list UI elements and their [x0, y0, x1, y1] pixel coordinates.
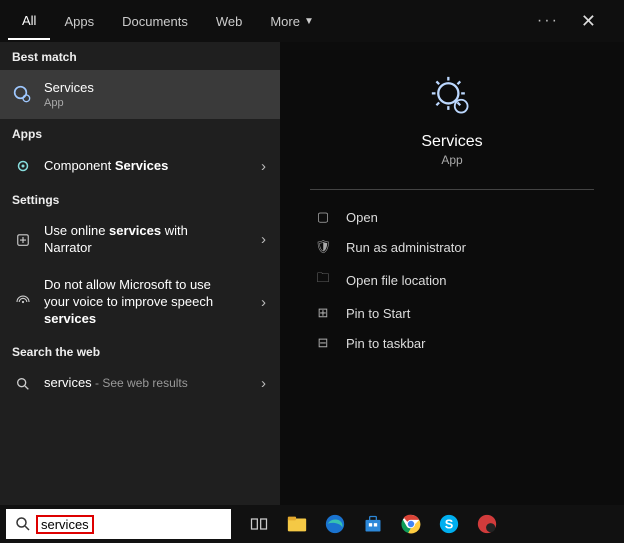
- svg-text:S: S: [445, 517, 454, 532]
- action-file-location-label: Open file location: [346, 273, 446, 288]
- result-services-app[interactable]: Services App: [0, 70, 280, 119]
- result-subtitle: App: [44, 97, 94, 109]
- search-tabs: All Apps Documents Web More ▼ ··· ✕: [0, 0, 624, 42]
- gear-icon: [12, 85, 34, 105]
- speech-text: Do not allow Microsoft to use your voice…: [44, 277, 213, 309]
- component-text-pre: Component: [44, 158, 115, 173]
- chevron-right-icon: ›: [261, 158, 266, 175]
- shield-icon: 🛡: [314, 239, 332, 255]
- action-file-location[interactable]: 🗀 Open file location: [310, 262, 594, 298]
- more-options-icon[interactable]: ···: [537, 12, 559, 30]
- chevron-right-icon: ›: [261, 375, 266, 392]
- chevron-right-icon: ›: [261, 294, 266, 311]
- broadcast-icon: [12, 293, 34, 311]
- chevron-right-icon: ›: [261, 231, 266, 248]
- divider: [310, 189, 594, 190]
- accessibility-icon: [12, 231, 34, 249]
- section-apps: Apps: [0, 119, 280, 147]
- hero-subtitle: App: [441, 153, 462, 167]
- edge-icon[interactable]: [323, 512, 347, 536]
- action-pin-taskbar[interactable]: ⊟ Pin to taskbar: [310, 328, 594, 358]
- pin-icon: ⊞: [314, 305, 332, 321]
- open-icon: ▢: [314, 209, 332, 225]
- search-icon: [12, 376, 34, 392]
- web-dash: -: [92, 376, 103, 390]
- action-open-label: Open: [346, 210, 378, 225]
- tab-more-label: More: [270, 14, 300, 29]
- component-icon: [12, 157, 34, 175]
- component-text-bold: Services: [115, 158, 169, 173]
- tab-web[interactable]: Web: [202, 4, 257, 39]
- web-see-results: See web results: [102, 376, 187, 390]
- result-speech-services[interactable]: Do not allow Microsoft to use your voice…: [0, 267, 280, 338]
- action-open[interactable]: ▢ Open: [310, 202, 594, 232]
- app-icon[interactable]: [475, 512, 499, 536]
- detail-pane: Services App ▢ Open 🛡 Run as administrat…: [280, 42, 624, 505]
- narrator-bold: services: [109, 223, 161, 238]
- action-pin-taskbar-label: Pin to taskbar: [346, 336, 426, 351]
- chevron-down-icon: ▼: [304, 16, 314, 27]
- file-explorer-icon[interactable]: [285, 512, 309, 536]
- section-settings: Settings: [0, 185, 280, 213]
- file-location-icon: 🗀: [314, 269, 332, 291]
- speech-bold: services: [44, 311, 96, 326]
- gear-icon: [430, 75, 474, 119]
- chrome-icon[interactable]: [399, 512, 423, 536]
- taskbar: services S: [0, 505, 624, 543]
- hero-title: Services: [421, 133, 482, 151]
- action-run-admin-label: Run as administrator: [346, 240, 466, 255]
- action-pin-start[interactable]: ⊞ Pin to Start: [310, 298, 594, 328]
- pin-taskbar-icon: ⊟: [314, 335, 332, 351]
- action-pin-start-label: Pin to Start: [346, 306, 410, 321]
- section-best-match: Best match: [0, 42, 280, 70]
- search-input-value: services: [38, 516, 92, 533]
- result-component-services[interactable]: Component Services ›: [0, 147, 280, 185]
- result-title: Services: [44, 80, 94, 95]
- tab-more[interactable]: More ▼: [256, 4, 328, 39]
- task-view-icon[interactable]: [247, 512, 271, 536]
- action-run-admin[interactable]: 🛡 Run as administrator: [310, 232, 594, 262]
- tab-apps[interactable]: Apps: [50, 4, 108, 39]
- search-icon: [14, 515, 32, 533]
- tab-all[interactable]: All: [8, 3, 50, 40]
- result-web-services[interactable]: services - See web results ›: [0, 365, 280, 402]
- tab-documents[interactable]: Documents: [108, 4, 202, 39]
- section-search-web: Search the web: [0, 337, 280, 365]
- results-pane: Best match Services App Apps Component S…: [0, 42, 280, 505]
- narrator-pre: Use online: [44, 223, 109, 238]
- store-icon[interactable]: [361, 512, 385, 536]
- result-narrator-services[interactable]: Use online services with Narrator ›: [0, 213, 280, 267]
- search-input[interactable]: services: [6, 509, 231, 539]
- skype-icon[interactable]: S: [437, 512, 461, 536]
- web-term: services: [44, 375, 92, 390]
- close-icon[interactable]: ✕: [571, 5, 606, 38]
